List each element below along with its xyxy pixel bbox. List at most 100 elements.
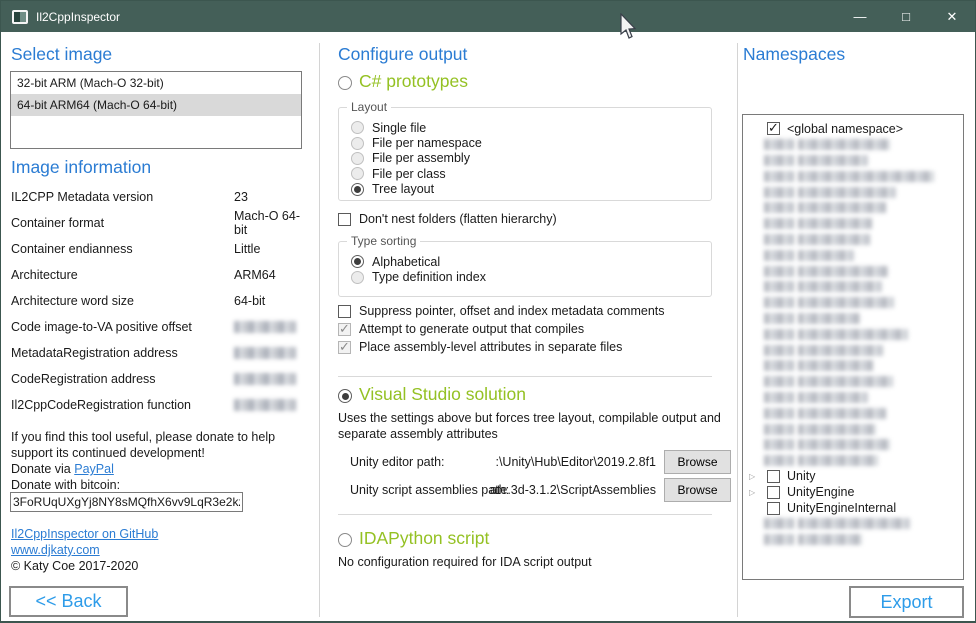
info-row: MetadataRegistration address bbox=[11, 340, 311, 366]
checkbox-option-label: Suppress pointer, offset and index metad… bbox=[359, 304, 665, 318]
unity-script-browse-button[interactable]: Browse bbox=[664, 478, 731, 502]
layout-groupbox: Layout Single file File per namespace Fi… bbox=[338, 107, 712, 201]
copyright-text: © Katy Coe 2017-2020 bbox=[11, 558, 138, 574]
export-button[interactable]: Export bbox=[849, 586, 964, 618]
redacted-block bbox=[764, 424, 794, 435]
divider bbox=[338, 376, 712, 377]
info-value bbox=[234, 321, 296, 333]
redacted-block bbox=[798, 455, 878, 466]
namespace-item-redacted[interactable] bbox=[744, 326, 908, 342]
image-list-item[interactable]: 32-bit ARM (Mach-O 32-bit) bbox=[11, 72, 301, 94]
redacted-block bbox=[798, 345, 883, 356]
namespace-item-redacted[interactable] bbox=[744, 358, 873, 374]
checkbox-icon[interactable]: ✓ bbox=[767, 502, 780, 515]
checkbox-icon[interactable]: ✓ bbox=[767, 122, 780, 135]
back-button[interactable]: << Back bbox=[9, 586, 128, 617]
namespace-item-redacted[interactable] bbox=[744, 295, 894, 311]
namespace-item-redacted[interactable] bbox=[744, 374, 893, 390]
redacted-block bbox=[764, 202, 794, 213]
namespace-item-redacted[interactable] bbox=[744, 279, 882, 295]
namespace-item-redacted[interactable] bbox=[744, 247, 854, 263]
namespace-item-redacted[interactable] bbox=[744, 168, 934, 184]
namespace-item-redacted[interactable] bbox=[744, 405, 886, 421]
checkbox-icon: ✓ bbox=[338, 341, 351, 354]
namespace-item-redacted[interactable] bbox=[744, 153, 868, 169]
namespace-item-redacted[interactable] bbox=[744, 311, 860, 327]
paypal-link[interactable]: PayPal bbox=[74, 462, 114, 476]
namespaces-tree[interactable]: ✓ <global namespace> bbox=[742, 114, 964, 580]
checkbox-icon[interactable]: ✓ bbox=[767, 470, 780, 483]
namespace-item-redacted[interactable] bbox=[744, 137, 890, 153]
redacted-block bbox=[764, 376, 794, 387]
radio-option[interactable]: Alphabetical bbox=[351, 254, 705, 269]
redacted-block bbox=[764, 360, 794, 371]
checkbox-option[interactable]: ✓ Suppress pointer, offset and index met… bbox=[338, 304, 665, 318]
bitcoin-address-input[interactable] bbox=[10, 492, 243, 512]
redacted-block bbox=[764, 266, 794, 277]
redacted-block bbox=[798, 155, 868, 166]
csharp-prototypes-radio[interactable]: C# prototypes bbox=[338, 71, 468, 92]
radio-option[interactable]: Tree layout bbox=[351, 182, 705, 197]
close-button[interactable]: ✕ bbox=[929, 1, 975, 32]
checkbox-icon[interactable]: ✓ bbox=[767, 486, 780, 499]
image-list-item[interactable]: 64-bit ARM64 (Mach-O 64-bit) bbox=[11, 94, 301, 116]
radio-icon bbox=[351, 183, 364, 196]
website-link[interactable]: www.djkaty.com bbox=[11, 543, 100, 557]
info-row: Container format Mach-O 64-bit bbox=[11, 210, 311, 236]
namespace-item[interactable]: ✓ <global namespace> bbox=[744, 121, 903, 137]
github-link[interactable]: Il2CppInspector on GitHub bbox=[11, 527, 158, 541]
radio-option[interactable]: File per assembly bbox=[351, 151, 705, 166]
redacted-block bbox=[764, 234, 794, 245]
redacted-block bbox=[798, 139, 890, 150]
idapython-radio[interactable]: IDAPython script bbox=[338, 528, 489, 549]
radio-option-label: Alphabetical bbox=[372, 255, 440, 269]
minimize-button[interactable]: — bbox=[837, 1, 883, 32]
namespace-item-redacted[interactable] bbox=[744, 216, 872, 232]
donate-via-line: Donate via PayPal bbox=[11, 461, 114, 477]
app-window: Il2CppInspector — □ ✕ Select image 32-bi… bbox=[0, 0, 976, 623]
namespace-item-redacted[interactable] bbox=[744, 437, 890, 453]
namespace-item-redacted[interactable] bbox=[744, 184, 896, 200]
info-value bbox=[234, 399, 296, 411]
type-sorting-group-title: Type sorting bbox=[347, 234, 420, 248]
namespace-item[interactable]: ✓ UnityEngineInternal bbox=[744, 500, 896, 516]
radio-option[interactable]: File per class bbox=[351, 166, 705, 181]
namespace-item-redacted[interactable] bbox=[744, 200, 886, 216]
namespace-item-redacted[interactable] bbox=[744, 453, 878, 469]
redacted-block bbox=[764, 345, 794, 356]
namespace-item-redacted[interactable] bbox=[744, 390, 868, 406]
image-listbox[interactable]: 32-bit ARM (Mach-O 32-bit)64-bit ARM64 (… bbox=[10, 71, 302, 149]
info-row: Code image-to-VA positive offset bbox=[11, 314, 311, 340]
radio-icon bbox=[338, 76, 352, 90]
checkbox-option[interactable]: ✓ Attempt to generate output that compil… bbox=[338, 322, 584, 336]
radio-option[interactable]: Type definition index bbox=[351, 269, 705, 284]
namespace-item-redacted[interactable] bbox=[744, 232, 870, 248]
namespace-item-redacted[interactable] bbox=[744, 421, 876, 437]
namespace-item-redacted[interactable] bbox=[744, 263, 888, 279]
unity-script-path-value[interactable]: ate.3d-3.1.2\ScriptAssemblies bbox=[456, 483, 656, 497]
maximize-button[interactable]: □ bbox=[883, 1, 929, 32]
namespace-item-redacted[interactable] bbox=[744, 516, 910, 532]
redacted-block bbox=[764, 139, 794, 150]
checkbox-option[interactable]: ✓ Place assembly-level attributes in sep… bbox=[338, 340, 622, 354]
namespace-item[interactable]: ▷ ✓ UnityEngine bbox=[744, 484, 854, 500]
info-row: Architecture ARM64 bbox=[11, 262, 311, 288]
info-row: IL2CPP Metadata version 23 bbox=[11, 184, 311, 210]
redacted-block bbox=[764, 518, 794, 529]
redacted-block bbox=[798, 187, 896, 198]
expander-icon[interactable]: ▷ bbox=[749, 488, 759, 497]
namespace-item[interactable]: ▷ ✓ Unity bbox=[744, 469, 815, 485]
radio-option[interactable]: Single file bbox=[351, 120, 705, 135]
visual-studio-radio[interactable]: Visual Studio solution bbox=[338, 384, 526, 405]
info-label: Architecture bbox=[11, 268, 78, 282]
expander-icon[interactable]: ▷ bbox=[749, 472, 759, 481]
namespace-label: UnityEngineInternal bbox=[787, 501, 896, 515]
namespace-item-redacted[interactable] bbox=[744, 532, 862, 548]
unity-editor-path-value[interactable]: :\Unity\Hub\Editor\2019.2.8f1 bbox=[456, 455, 656, 469]
divider bbox=[737, 43, 738, 617]
info-value: 64-bit bbox=[234, 294, 265, 308]
unity-editor-browse-button[interactable]: Browse bbox=[664, 450, 731, 474]
radio-option[interactable]: File per namespace bbox=[351, 135, 705, 150]
namespace-item-redacted[interactable] bbox=[744, 342, 883, 358]
checkbox-option[interactable]: ✓ Don't nest folders (flatten hierarchy) bbox=[338, 212, 557, 226]
